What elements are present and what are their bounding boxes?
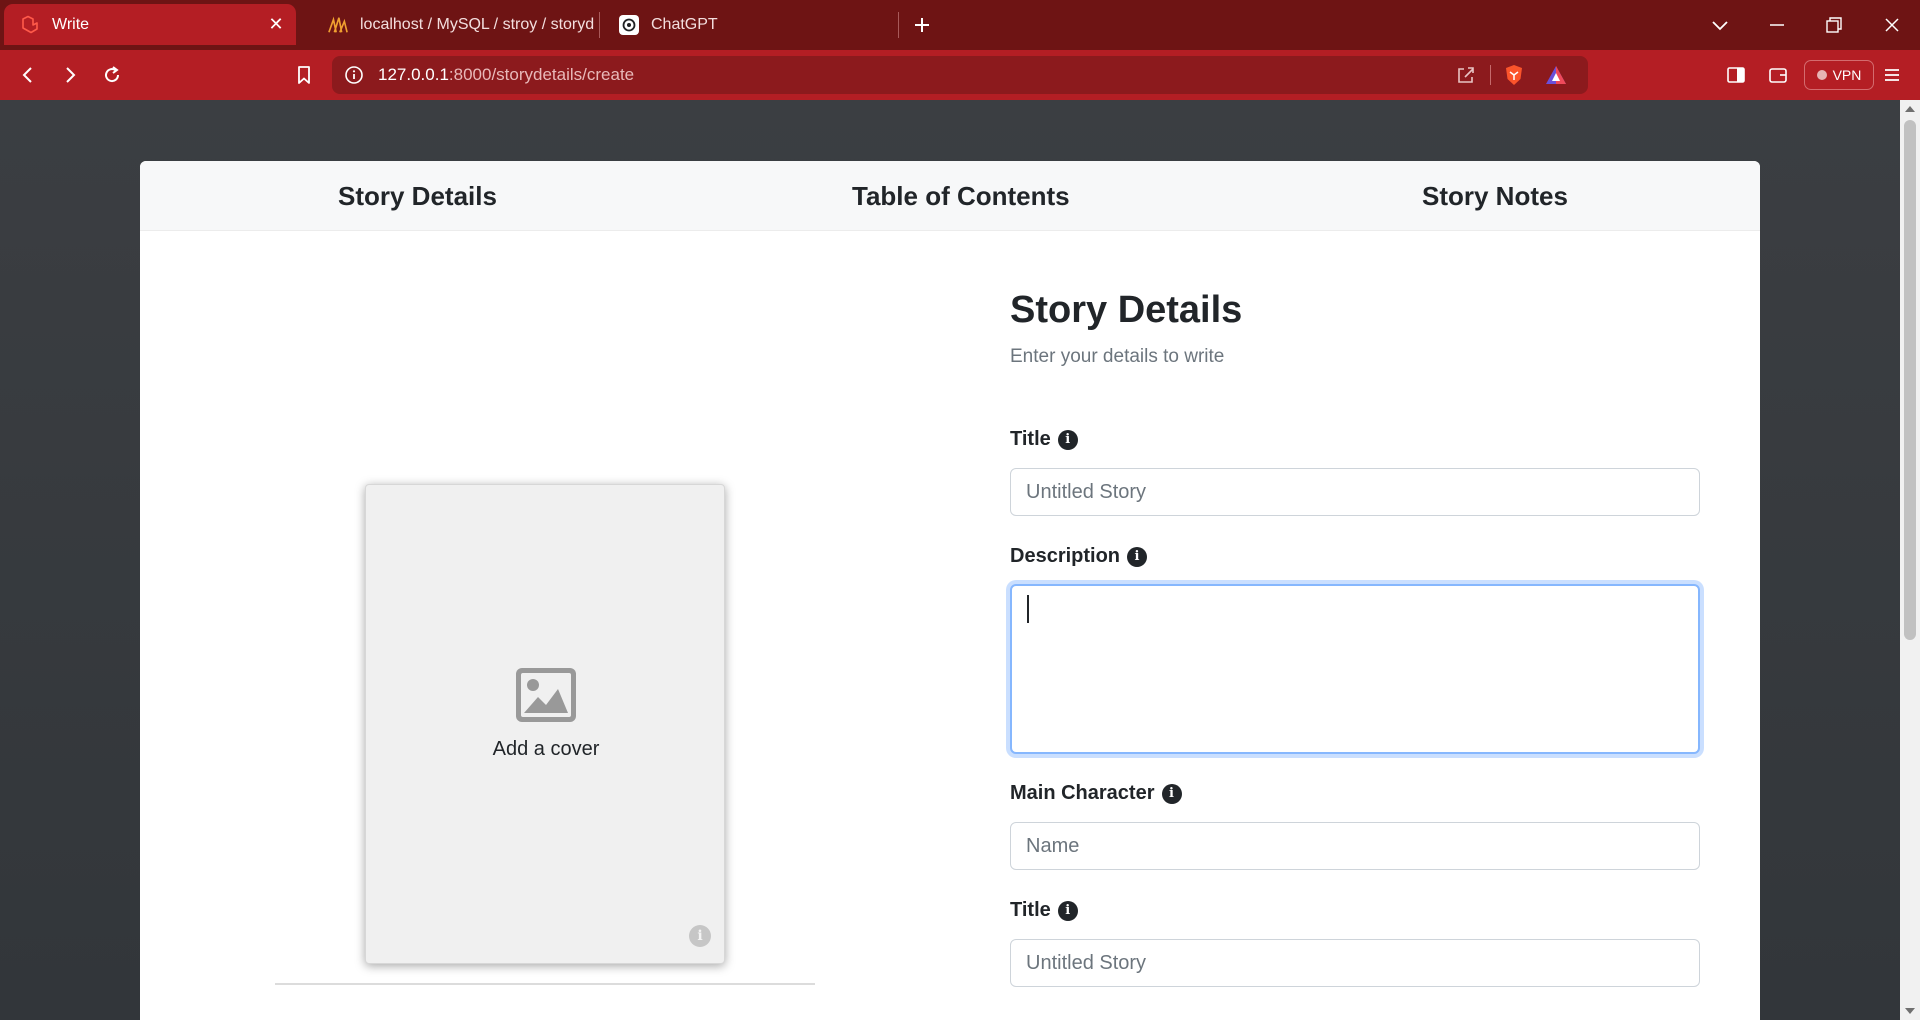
- title-label: Title i: [1010, 428, 1078, 451]
- info-icon[interactable]: i: [1127, 546, 1148, 567]
- tab-search-chevron-icon[interactable]: [1692, 0, 1748, 50]
- page-title: Story Details: [1010, 289, 1243, 331]
- story-form-card: Story Details Table of Contents Story No…: [140, 161, 1760, 1020]
- menu-icon[interactable]: [1876, 60, 1908, 90]
- phpmyadmin-icon: [328, 15, 348, 35]
- reload-button[interactable]: [96, 60, 128, 90]
- url-path: :8000/storydetails/create: [448, 65, 635, 84]
- add-cover-label: Add a cover: [492, 738, 600, 760]
- tab-title: localhost / MySQL / stroy / storydeta: [360, 16, 594, 33]
- tab-chatgpt[interactable]: ChatGPT: [603, 0, 893, 50]
- browser-tab-bar: Write ✕ localhost / MySQL / stroy / stor…: [0, 0, 1920, 50]
- share-icon[interactable]: [1448, 56, 1484, 94]
- cover-info-icon[interactable]: i: [689, 925, 711, 947]
- info-icon[interactable]: i: [1057, 900, 1078, 921]
- main-character-input[interactable]: [1010, 822, 1700, 870]
- second-title-label-text: Title: [1010, 899, 1051, 921]
- second-title-label: Title i: [1010, 899, 1078, 922]
- description-label-text: Description: [1010, 545, 1121, 567]
- page-viewport: Story Details Table of Contents Story No…: [0, 100, 1920, 1020]
- browser-toolbar: 127.0.0.1:8000/storydetails/create VPN: [0, 50, 1920, 100]
- page-scrollbar[interactable]: [1900, 100, 1920, 1020]
- main-character-label-text: Main Character: [1010, 782, 1155, 804]
- second-title-input[interactable]: [1010, 939, 1700, 987]
- laravel-icon: [20, 15, 40, 35]
- info-icon[interactable]: i: [1057, 429, 1078, 450]
- add-cover-dropzone[interactable]: Add a cover i: [365, 484, 725, 964]
- url-host: 127.0.0.1: [378, 65, 449, 84]
- forward-button[interactable]: [54, 60, 86, 90]
- tab-story-details[interactable]: Story Details: [338, 161, 497, 231]
- sidebar-icon[interactable]: [1720, 60, 1752, 90]
- tab-write[interactable]: Write ✕: [4, 4, 296, 45]
- vpn-status-icon: [1816, 70, 1827, 80]
- minimize-button[interactable]: [1749, 0, 1805, 50]
- main-character-label: Main Character i: [1010, 782, 1182, 805]
- text-caret: [1027, 595, 1029, 623]
- vpn-button[interactable]: VPN: [1804, 60, 1874, 90]
- site-info-icon[interactable]: [344, 65, 364, 85]
- tab-title: ChatGPT: [651, 16, 718, 33]
- address-bar[interactable]: 127.0.0.1:8000/storydetails/create: [332, 56, 1588, 94]
- omnibox-divider: [1490, 65, 1491, 85]
- bookmark-icon[interactable]: [288, 60, 320, 90]
- story-nav-tabs: Story Details Table of Contents Story No…: [140, 161, 1760, 231]
- url-text[interactable]: 127.0.0.1:8000/storydetails/create: [378, 65, 634, 85]
- divider: [275, 983, 815, 985]
- brave-rewards-icon[interactable]: [1538, 56, 1574, 94]
- tab-table-of-contents[interactable]: Table of Contents: [852, 161, 1070, 231]
- title-label-text: Title: [1010, 428, 1051, 450]
- chatgpt-icon: [619, 15, 639, 35]
- restore-button[interactable]: [1806, 0, 1862, 50]
- back-button[interactable]: [12, 60, 44, 90]
- brave-shields-icon[interactable]: [1496, 56, 1532, 94]
- tab-title: Write: [52, 15, 90, 33]
- tab-divider: [599, 12, 600, 38]
- description-textarea[interactable]: [1010, 584, 1700, 754]
- vpn-label: VPN: [1832, 67, 1862, 83]
- scrollbar-thumb[interactable]: [1904, 120, 1916, 640]
- page-subtitle: Enter your details to write: [1010, 346, 1225, 367]
- description-label: Description i: [1010, 545, 1148, 568]
- scroll-down-arrow-icon[interactable]: [1905, 1008, 1915, 1014]
- wallet-icon[interactable]: [1762, 60, 1794, 90]
- close-window-button[interactable]: [1864, 0, 1920, 50]
- image-icon: [516, 668, 576, 722]
- new-tab-button[interactable]: [894, 0, 950, 50]
- description-field-wrap: [1010, 584, 1700, 754]
- info-icon[interactable]: i: [1161, 783, 1182, 804]
- tab-story-notes[interactable]: Story Notes: [1422, 161, 1568, 231]
- close-tab-icon[interactable]: ✕: [264, 13, 288, 37]
- tab-phpmyadmin[interactable]: localhost / MySQL / stroy / storydeta: [312, 0, 594, 50]
- title-input[interactable]: [1010, 468, 1700, 516]
- scroll-up-arrow-icon[interactable]: [1905, 106, 1915, 112]
